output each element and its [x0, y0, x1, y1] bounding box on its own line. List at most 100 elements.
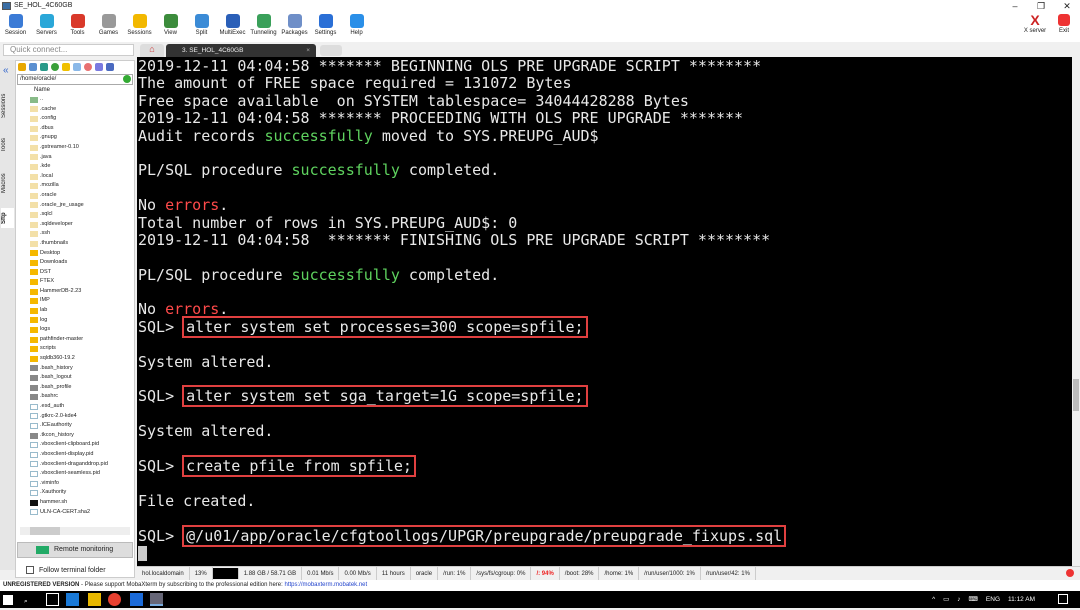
file-list-item[interactable]: .local — [16, 172, 134, 182]
file-list-item[interactable]: .bash_logout — [16, 373, 134, 383]
file-list-item[interactable]: .viminfo — [16, 479, 134, 489]
file-list-item[interactable]: FTEX — [16, 277, 134, 287]
file-list-item[interactable]: .gstreamer-0.10 — [16, 143, 134, 153]
new-file-icon[interactable] — [73, 63, 81, 71]
minimize-button[interactable]: – — [1002, 0, 1028, 12]
close-button[interactable]: ✕ — [1054, 0, 1080, 12]
xserver-button[interactable]: XX server — [1020, 12, 1050, 34]
file-list-item[interactable]: .bash_history — [16, 364, 134, 374]
network-icon[interactable]: ▭ — [943, 591, 949, 608]
windows-start-icon[interactable] — [3, 595, 13, 605]
quick-connect-input[interactable]: Quick connect... — [3, 44, 134, 56]
rename-icon[interactable] — [95, 63, 103, 71]
download-icon[interactable] — [29, 63, 37, 71]
home-tab[interactable]: ⌂ — [140, 44, 164, 57]
toolbar-session-button[interactable]: Session — [0, 12, 31, 42]
file-list-item[interactable]: hammer.sh — [16, 498, 134, 508]
edge-icon[interactable] — [66, 593, 79, 606]
file-list-item[interactable]: IMP — [16, 296, 134, 306]
remote-monitoring-button[interactable]: Remote monitoring — [17, 542, 133, 558]
file-list-item[interactable]: .gnupg — [16, 133, 134, 143]
file-list-item[interactable]: Desktop — [16, 249, 134, 259]
file-list-item[interactable]: .oracle_jre_usage — [16, 201, 134, 211]
toolbar-view-button[interactable]: View — [155, 12, 186, 42]
file-list-item[interactable]: .vboxclient-clipboard.pid — [16, 440, 134, 450]
file-list-item[interactable]: Downloads — [16, 258, 134, 268]
tab-session[interactable]: 3. SE_HOL_4C60GB × — [166, 44, 316, 57]
toolbar-settings-button[interactable]: Settings — [310, 12, 341, 42]
collapse-icon[interactable]: « — [3, 65, 9, 76]
file-list-item[interactable]: .vboxclient-draganddrop.pid — [16, 460, 134, 470]
file-list-item[interactable]: lab — [16, 306, 134, 316]
toolbar-split-button[interactable]: Split — [186, 12, 217, 42]
file-list-item[interactable]: .vboxclient-display.pid — [16, 450, 134, 460]
keyboard-icon[interactable]: ⌨ — [969, 591, 978, 608]
new-tab-button[interactable] — [320, 45, 342, 56]
file-list-item[interactable]: .bash_profile — [16, 383, 134, 393]
file-list-item[interactable]: HammerDB-2.23 — [16, 287, 134, 297]
delete-icon[interactable] — [84, 63, 92, 71]
notifications-icon[interactable] — [1058, 594, 1068, 604]
exit-button[interactable]: Exit — [1052, 12, 1076, 34]
toolbar-packages-button[interactable]: Packages — [279, 12, 310, 42]
tab-close-icon[interactable]: × — [306, 44, 310, 57]
file-list-item[interactable]: .vboxclient-seamless.pid — [16, 469, 134, 479]
file-list-item[interactable]: .. — [16, 95, 134, 105]
file-list-item[interactable]: pathfinder-master — [16, 335, 134, 345]
file-list-item[interactable]: scripts — [16, 344, 134, 354]
path-input[interactable]: /home/oracle/ — [17, 74, 133, 85]
toolbar-servers-button[interactable]: Servers — [31, 12, 62, 42]
scroll-thumb[interactable] — [1073, 379, 1079, 411]
file-list-item[interactable]: .tkcon_history — [16, 431, 134, 441]
tray-chevron-icon[interactable]: ^ — [932, 591, 935, 608]
file-list-item[interactable]: .cache — [16, 105, 134, 115]
file-list-item[interactable]: .java — [16, 153, 134, 163]
file-list-item[interactable]: .esd_auth — [16, 402, 134, 412]
new-folder-icon[interactable] — [62, 63, 70, 71]
virtualbox-icon[interactable] — [130, 593, 143, 606]
terminal[interactable]: 2019-12-11 04:04:58 ******* BEGINNING OL… — [137, 57, 1072, 566]
volume-icon[interactable]: ♪ — [957, 591, 960, 608]
file-list-item[interactable]: .ssh — [16, 229, 134, 239]
file-list-item[interactable]: .gtkrc-2.0-kde4 — [16, 412, 134, 422]
terminal-scrollbar[interactable] — [1072, 57, 1080, 566]
side-tab-sessions[interactable]: Sessions — [1, 88, 14, 124]
toolbar-multiexec-button[interactable]: MultiExec — [217, 12, 248, 42]
clock[interactable]: 11:12 AM — [1008, 591, 1035, 608]
file-list-item[interactable]: .oracle — [16, 191, 134, 201]
toolbar-games-button[interactable]: Games — [93, 12, 124, 42]
side-tab-tools[interactable]: Tools — [1, 132, 14, 158]
file-explorer-icon[interactable] — [88, 593, 101, 606]
toolbar-sessions-button[interactable]: Sessions — [124, 12, 155, 42]
toolbar-help-button[interactable]: Help — [341, 12, 372, 42]
file-list-item[interactable]: .config — [16, 114, 134, 124]
toolbar-tools-button[interactable]: Tools — [62, 12, 93, 42]
file-list-item[interactable]: .sqlcl — [16, 210, 134, 220]
upload-icon[interactable] — [40, 63, 48, 71]
banner-link[interactable]: https://mobaxterm.mobatek.net — [284, 582, 367, 588]
task-view-icon[interactable] — [46, 593, 59, 606]
chrome-icon[interactable] — [108, 593, 121, 606]
file-list-item[interactable]: log — [16, 316, 134, 326]
parent-folder-icon[interactable] — [18, 63, 26, 71]
file-list-item[interactable]: .dbus — [16, 124, 134, 134]
status-close-icon[interactable] — [1066, 569, 1074, 577]
file-list-item[interactable]: .bashrc — [16, 392, 134, 402]
restore-button[interactable]: ❐ — [1028, 0, 1054, 12]
refresh-icon[interactable] — [51, 63, 59, 71]
file-list-item[interactable]: sqldb360-19.2 — [16, 354, 134, 364]
file-list-item[interactable]: .mozilla — [16, 181, 134, 191]
file-list-item[interactable]: logs — [16, 325, 134, 335]
file-list-item[interactable]: DST — [16, 268, 134, 278]
side-tab-sftp[interactable]: Sftp — [1, 208, 14, 228]
follow-terminal-checkbox[interactable]: Follow terminal folder — [26, 566, 106, 574]
go-icon[interactable] — [123, 75, 131, 83]
file-list-item[interactable]: .thumbnails — [16, 239, 134, 249]
column-header-name[interactable]: Name — [16, 85, 134, 95]
language-indicator[interactable]: ENG — [986, 591, 1000, 608]
terminal-sync-icon[interactable] — [106, 63, 114, 71]
file-list-item[interactable]: ULN-CA-CERT.sha2 — [16, 508, 134, 518]
file-list-item[interactable]: .Xauthority — [16, 488, 134, 498]
side-tab-macros[interactable]: Macros — [1, 168, 14, 198]
checkbox[interactable] — [26, 566, 34, 574]
